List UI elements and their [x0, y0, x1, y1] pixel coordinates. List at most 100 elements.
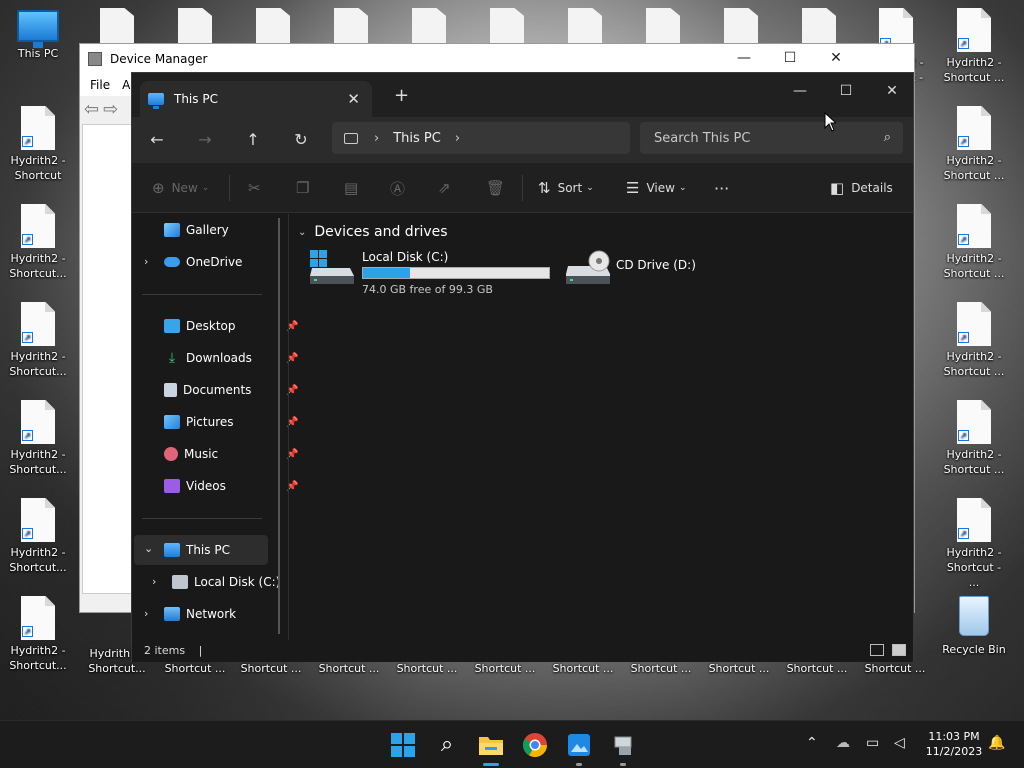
sidebar-item-downloads[interactable]: ⤓ Downloads 📌 [164, 346, 299, 370]
sidebar-item-videos[interactable]: Videos 📌 [164, 474, 298, 498]
desktop-icon-label[interactable]: Shortcut ... [860, 662, 930, 675]
desktop-shortcut[interactable]: ↗ Hydrith2 - Shortcut ... [942, 106, 1006, 183]
close-tab-icon[interactable]: ✕ [347, 90, 360, 108]
desktop-shortcut[interactable]: ↗ Hydrith2 - Shortcut ... [942, 8, 1006, 85]
sidebar-item-label: Pictures [186, 415, 234, 429]
desktop-icon-recycle-bin[interactable]: Recycle Bin [942, 596, 1006, 657]
view-button[interactable]: ☰ View ⌄ [626, 177, 686, 199]
search-button[interactable]: ⌕ [433, 731, 461, 759]
desktop-shortcut[interactable]: ↗ Hydrith2 - Shortcut ... [942, 204, 1006, 281]
photos-taskbar-button[interactable] [565, 731, 593, 766]
share-button[interactable]: ⇗ [438, 177, 458, 199]
clock[interactable]: 11:03 PM 11/2/2023 [918, 729, 990, 759]
minimize-button[interactable]: — [780, 77, 820, 105]
desktop-shortcut[interactable]: ↗ Hydrith2 - Shortcut... [6, 204, 70, 281]
sidebar-item-network[interactable]: Network [164, 602, 236, 626]
drive-item-d[interactable]: CD Drive (D:) [566, 250, 706, 290]
new-tab-button[interactable]: + [394, 85, 409, 106]
desktop-shortcut[interactable]: ↗ Hydrith2 - Shortcut ... [942, 400, 1006, 477]
desktop-shortcut[interactable]: ↗ Hydrith2 - Shortcut... [6, 596, 70, 673]
desktop-icon-label[interactable]: Shortcut ... [548, 662, 618, 675]
start-button[interactable] [389, 731, 417, 759]
details-view-icon[interactable] [870, 644, 884, 656]
shortcut-arrow-icon: ↗ [958, 430, 969, 441]
desktop-icon-label[interactable]: Shortcut ... [160, 662, 230, 675]
notification-bell-icon[interactable]: 🔔 [988, 735, 1005, 751]
desktop-icon-label[interactable]: Shortcut ... [626, 662, 696, 675]
cut-button[interactable]: ✂ [248, 177, 268, 199]
desktop-icon-label[interactable]: Shortcut ... [314, 662, 384, 675]
desktop-icon-this-pc[interactable]: This PC [6, 10, 70, 61]
file-explorer-window[interactable]: This PC ✕ + — ☐ ✕ ← → ↑ ↻ › This PC › Se… [131, 72, 914, 662]
chevron-down-icon[interactable]: ⌄ [144, 542, 153, 555]
sidebar-item-pictures[interactable]: Pictures 📌 [164, 410, 298, 434]
sidebar-item-documents[interactable]: Documents 📌 [164, 378, 298, 402]
forward-button[interactable]: → [193, 128, 217, 152]
drive-item-c[interactable]: Local Disk (C:) 74.0 GB free of 99.3 GB [310, 250, 550, 298]
desktop-icon-label[interactable]: Shortcut ... [392, 662, 462, 675]
breadcrumb-this-pc[interactable]: This PC [393, 131, 441, 146]
desktop-icon-label[interactable]: Shortcut ... [470, 662, 540, 675]
forward-arrow-icon[interactable]: ⇨ [103, 99, 118, 120]
desktop-shortcut[interactable]: ↗ Hydrith2 - Shortcut... [6, 498, 70, 575]
close-button[interactable]: ✕ [828, 50, 844, 66]
new-button[interactable]: ⊕ New ⌄ [152, 177, 209, 199]
maximize-button[interactable]: ☐ [782, 50, 798, 66]
search-icon: ⌕ [440, 732, 454, 757]
sidebar-item-local-disk[interactable]: Local Disk (C:) [172, 570, 280, 594]
chevron-right-icon[interactable]: › [144, 255, 148, 268]
device-manager-taskbar-button[interactable] [609, 731, 637, 766]
desktop-shortcut[interactable]: ↗ Hydrith2 - Shortcut ... [942, 302, 1006, 379]
sidebar-item-this-pc[interactable]: This PC [164, 538, 230, 562]
paste-button[interactable]: ▤ [344, 177, 365, 199]
sidebar-scrollbar[interactable] [278, 218, 280, 634]
sidebar-item-music[interactable]: Music 📌 [164, 442, 298, 466]
desktop-shortcut[interactable]: ↗ Hydrith2 - Shortcut - ... [942, 498, 1006, 590]
search-input[interactable]: Search This PC ⌕ [640, 122, 903, 154]
desktop-icon-label[interactable]: Shortcut ... [236, 662, 306, 675]
desktop-icon-label[interactable]: Shortcut ... [782, 662, 852, 675]
chevron-right-icon[interactable]: › [144, 607, 148, 620]
network-icon [164, 607, 180, 621]
pane-splitter[interactable] [288, 214, 289, 640]
close-button[interactable]: ✕ [872, 77, 912, 105]
tab-this-pc[interactable]: This PC ✕ [140, 81, 372, 117]
chrome-icon [522, 733, 547, 758]
more-options-button[interactable]: ··· [714, 177, 729, 199]
details-button[interactable]: ◧ Details [830, 177, 893, 199]
delete-button[interactable]: 🗑 [486, 177, 512, 199]
desktop-shortcut[interactable]: ↗ Hydrith2 - Shortcut [6, 106, 70, 183]
rename-button[interactable]: Ⓐ [390, 177, 412, 199]
large-icons-view-icon[interactable] [892, 644, 906, 656]
back-arrow-icon[interactable]: ⇦ [84, 99, 99, 120]
chevron-right-icon[interactable]: › [455, 131, 460, 146]
desktop-shortcut[interactable]: ↗ Hydrith2 - Shortcut... [6, 400, 70, 477]
sidebar-item-onedrive[interactable]: OneDrive [164, 250, 242, 274]
chevron-right-icon[interactable]: › [152, 575, 156, 588]
refresh-button[interactable]: ↻ [289, 128, 313, 152]
menu-action[interactable]: A [122, 78, 130, 92]
chrome-taskbar-button[interactable] [521, 731, 549, 759]
minimize-button[interactable]: — [736, 50, 752, 66]
volume-muted-icon[interactable]: ◁ [894, 735, 905, 751]
chevron-down-icon: ⌄ [298, 226, 307, 238]
network-icon[interactable]: ▭ [866, 735, 879, 751]
sidebar-item-gallery[interactable]: Gallery [164, 218, 229, 242]
chevron-right-icon[interactable]: › [374, 131, 379, 146]
file-explorer-taskbar-button[interactable] [477, 731, 505, 766]
sidebar-item-desktop[interactable]: Desktop 📌 [164, 314, 298, 338]
group-header[interactable]: ⌄ Devices and drives [298, 224, 448, 240]
maximize-button[interactable]: ☐ [826, 77, 866, 105]
desktop-icon-label: Hydrith2 - Shortcut ... [943, 350, 1005, 378]
desktop-icon-label[interactable]: Shortcut ... [704, 662, 774, 675]
address-bar[interactable]: › This PC › [332, 122, 630, 154]
copy-button[interactable]: ❐ [296, 177, 316, 199]
onedrive-cloud-icon[interactable]: ☁ [836, 735, 850, 751]
back-button[interactable]: ← [145, 128, 169, 152]
chevron-up-icon[interactable]: ⌃ [806, 735, 818, 751]
menu-file[interactable]: File [90, 78, 110, 92]
up-button[interactable]: ↑ [241, 128, 265, 152]
sort-button[interactable]: ⇅ Sort ⌄ [538, 177, 594, 199]
file-icon [646, 8, 680, 44]
desktop-shortcut[interactable]: ↗ Hydrith2 - Shortcut... [6, 302, 70, 379]
